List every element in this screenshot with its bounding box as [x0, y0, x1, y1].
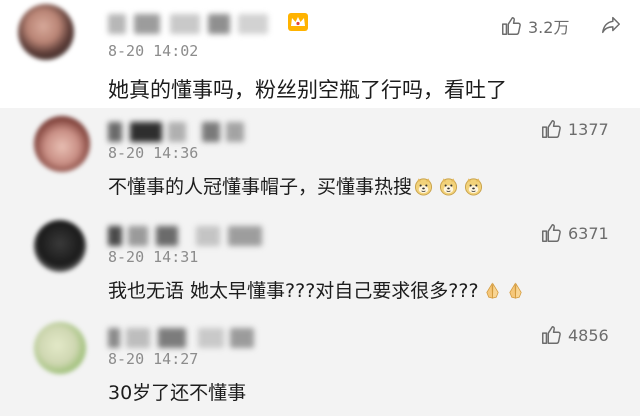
thumbs-up-icon: [500, 15, 522, 37]
comment-text-body: 不懂事的人冠懂事帽子，买懂事热搜: [108, 176, 413, 198]
avatar[interactable]: [34, 116, 90, 172]
like-count: 3.2万: [528, 18, 570, 37]
like-count: 6371: [568, 223, 609, 243]
share-icon[interactable]: [600, 14, 622, 36]
comment-item: 8-20 14:36 1377 不懂事的人冠懂事帽子，买懂事热搜: [0, 108, 640, 206]
thumbs-up-icon: [540, 324, 562, 346]
comment-item: 8-20 14:31 6371 我也无语 她太早懂事???对自己要求很多???: [0, 206, 640, 306]
crown-badge-icon: [288, 13, 308, 31]
like-button[interactable]: 3.2万: [500, 14, 569, 38]
like-count: 1377: [568, 119, 609, 139]
thumbs-up-icon: [540, 222, 562, 244]
like-count: 4856: [568, 325, 609, 345]
like-button[interactable]: 4856: [540, 324, 609, 346]
comment-item: 8-20 14:02 3.2万 她真的懂事吗，粉丝别空瓶了行吗，看吐了: [0, 0, 640, 108]
comment-text: 她真的懂事吗，粉丝别空瓶了行吗，看吐了: [108, 78, 507, 102]
like-button[interactable]: 1377: [540, 118, 609, 140]
username-blurred[interactable]: [108, 328, 258, 348]
username-blurred[interactable]: [108, 226, 268, 246]
avatar[interactable]: [34, 220, 86, 272]
comment-text: 不懂事的人冠懂事帽子，买懂事热搜: [108, 172, 483, 199]
doge-emoji-icon: [439, 177, 458, 196]
avatar[interactable]: [34, 322, 86, 374]
comment-text: 30岁了还不懂事: [108, 382, 247, 404]
pray-emoji-icon: [506, 281, 525, 300]
comment-timestamp: 8-20 14:02: [108, 42, 199, 60]
comment-text-body: 我也无语 她太早懂事???对自己要求很多???: [108, 280, 479, 302]
doge-emoji-icon: [464, 177, 483, 196]
comment-timestamp: 8-20 14:27: [108, 350, 199, 368]
avatar[interactable]: [18, 4, 74, 60]
thumbs-up-icon: [540, 118, 562, 140]
doge-emoji-icon: [414, 177, 433, 196]
username-blurred[interactable]: [108, 122, 248, 142]
like-button[interactable]: 6371: [540, 222, 609, 244]
comment-text: 我也无语 她太早懂事???对自己要求很多???: [108, 276, 525, 303]
username-blurred[interactable]: [108, 14, 278, 34]
comment-timestamp: 8-20 14:36: [108, 144, 199, 162]
comment-item: 8-20 14:27 4856 30岁了还不懂事: [0, 306, 640, 416]
comment-timestamp: 8-20 14:31: [108, 248, 199, 266]
pray-emoji-icon: [483, 281, 502, 300]
